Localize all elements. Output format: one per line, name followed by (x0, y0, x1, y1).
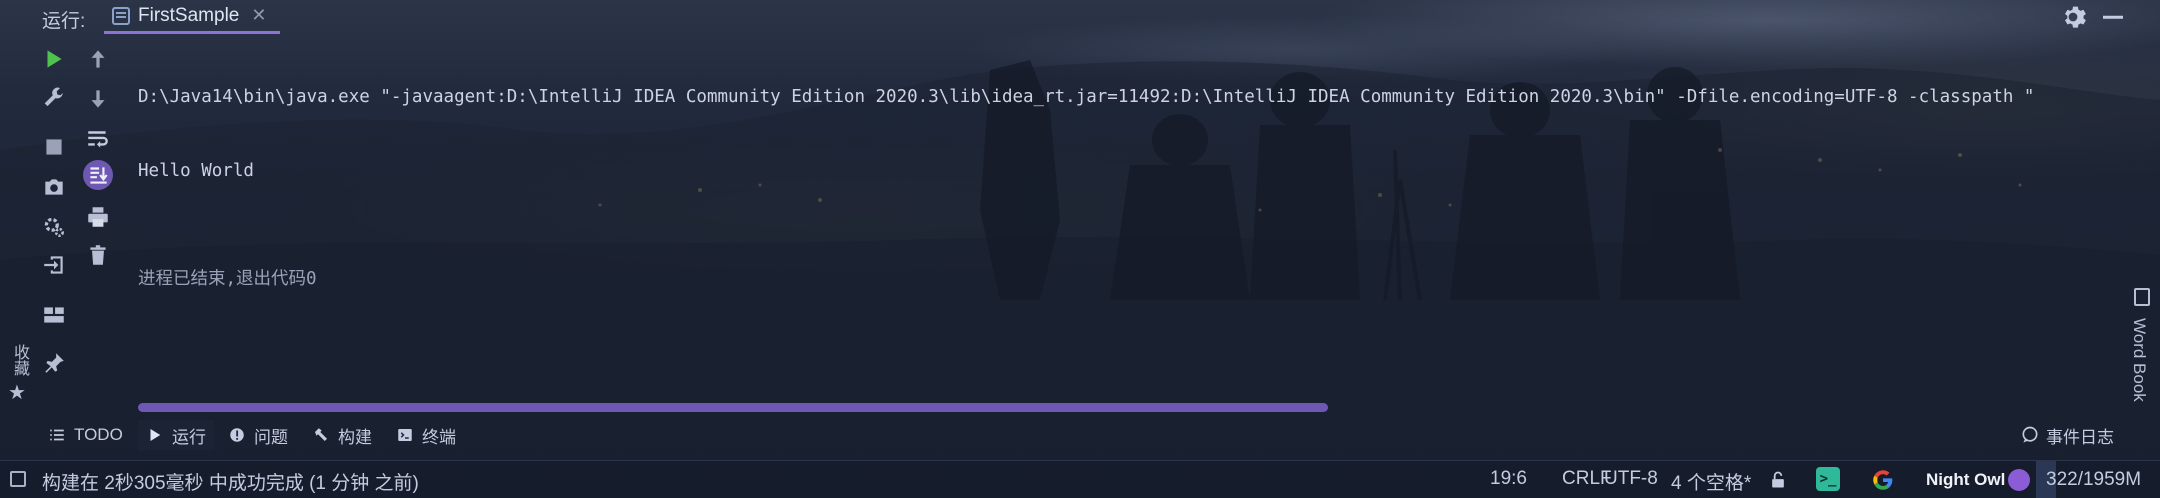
stop-button[interactable] (39, 132, 69, 162)
hammer-icon (315, 428, 327, 441)
star-icon: ★ (8, 382, 26, 404)
exit-icon (44, 256, 63, 274)
toggle-tool-windows-icon[interactable] (10, 471, 26, 487)
trash-icon (90, 245, 106, 265)
word-book-tool-window-button[interactable]: Word Book (2128, 286, 2156, 402)
close-icon[interactable]: ✕ (251, 5, 266, 26)
pin-icon (45, 353, 64, 373)
console-icon (112, 6, 130, 25)
book-icon (2134, 288, 2150, 306)
memory-indicator[interactable]: 322/1959M (2036, 461, 2158, 498)
exit-button[interactable] (39, 250, 69, 280)
theme-indicator-icon[interactable] (2008, 469, 2030, 491)
console-command-line: D:\Java14\bin\java.exe "-javaagent:D:\In… (138, 87, 2035, 107)
settings-gear-icon (44, 217, 64, 237)
lock-icon[interactable] (1768, 470, 1788, 490)
info-icon (230, 428, 244, 442)
up-button[interactable] (83, 44, 113, 74)
print-button[interactable] (83, 202, 113, 232)
indent-setting[interactable]: 4 个空格* (1671, 468, 1751, 495)
down-button[interactable] (83, 84, 113, 114)
play-icon (150, 429, 161, 441)
tool-window-bar: TODO 运行 问题 构建 终端 事件日志 (0, 418, 2160, 452)
tab-run[interactable]: 运行 (138, 420, 214, 450)
tab-title: FirstSample (138, 4, 240, 26)
tab-problems[interactable]: 问题 (228, 420, 288, 450)
dump-threads-button[interactable] (39, 172, 69, 202)
file-encoding[interactable]: UTF-8 (1604, 468, 1658, 490)
word-book-label: Word Book (2130, 318, 2149, 402)
up-arrow-icon (91, 50, 105, 68)
tab-todo-label: TODO (74, 425, 123, 444)
stop-icon (46, 139, 62, 155)
status-message[interactable]: 构建在 2秒305毫秒 中成功完成 (1 分钟 之前) (42, 468, 419, 495)
horizontal-scrollbar[interactable] (138, 403, 1328, 412)
list-icon (50, 429, 64, 441)
terminal-plugin-icon[interactable]: >_ (1816, 467, 1840, 491)
settings-button[interactable] (39, 212, 69, 242)
theme-name[interactable]: Night Owl (1926, 470, 2005, 490)
tab-firstsample[interactable]: FirstSample ✕ (104, 0, 280, 34)
soft-wrap-icon (88, 131, 108, 148)
tab-terminal[interactable]: 终端 (396, 420, 456, 450)
layout-icon (44, 307, 64, 323)
modify-run-configuration-button[interactable] (39, 84, 69, 114)
console-program-output: Hello World (138, 161, 254, 181)
status-bar: 构建在 2秒305毫秒 中成功完成 (1 分钟 之前) 19:6 CRLF UT… (0, 460, 2160, 498)
memory-label: 322/1959M (2046, 469, 2142, 490)
tab-run-label: 运行 (172, 427, 206, 447)
layout-button[interactable] (39, 300, 69, 330)
run-icon (47, 50, 62, 68)
favorites-label: 收藏 (11, 344, 28, 376)
console-exit-message: 进程已结束,退出代码0 (138, 269, 317, 289)
favorites-tool-window-button[interactable]: 收藏 ★ (2, 340, 32, 410)
tab-build[interactable]: 构建 (312, 420, 372, 450)
terminal-icon (398, 429, 412, 441)
print-icon (88, 207, 108, 227)
gear-icon[interactable] (2058, 2, 2088, 32)
console-output[interactable]: D:\Java14\bin\java.exe "-javaagent:D:\In… (138, 42, 2034, 318)
camera-icon (45, 179, 63, 195)
clear-all-button[interactable] (83, 240, 113, 270)
down-arrow-icon (91, 90, 105, 108)
minimize-icon[interactable] (2098, 2, 2128, 32)
google-icon[interactable] (1870, 467, 1896, 493)
scroll-to-end-button[interactable] (83, 160, 113, 190)
event-log-button[interactable]: 事件日志 (2020, 420, 2114, 450)
speech-bubble-icon (2022, 426, 2038, 443)
run-label: 运行: (42, 11, 86, 32)
tab-todo[interactable]: TODO (48, 420, 123, 450)
soft-wrap-button[interactable] (83, 124, 113, 154)
wrench-icon (44, 87, 63, 107)
run-button[interactable] (39, 44, 69, 74)
event-log-label: 事件日志 (2046, 427, 2114, 447)
pin-tab-button[interactable] (39, 348, 69, 378)
caret-position[interactable]: 19:6 (1490, 468, 1527, 490)
tab-problems-label: 问题 (254, 427, 288, 447)
run-tool-window-header: 运行: FirstSample ✕ (0, 0, 2160, 34)
scroll-to-end-icon (90, 167, 108, 184)
tab-build-label: 构建 (338, 427, 372, 447)
tab-terminal-label: 终端 (422, 427, 456, 447)
